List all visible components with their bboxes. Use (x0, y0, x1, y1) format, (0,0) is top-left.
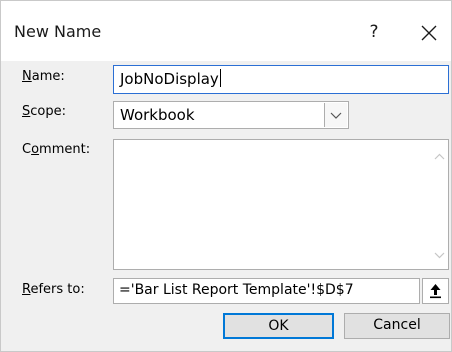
ok-button[interactable]: OK (223, 313, 334, 339)
title-bar: New Name ? (1, 1, 451, 61)
chevron-down-icon (330, 112, 342, 119)
name-label: Name: (22, 69, 65, 84)
scroll-up-icon (434, 153, 445, 160)
dialog-title: New Name (14, 22, 102, 41)
comment-label: Comment: (22, 142, 91, 157)
scroll-down-icon (434, 252, 445, 259)
scope-dropdown[interactable]: Workbook (113, 101, 349, 129)
close-icon (421, 25, 437, 41)
new-name-dialog: New Name ? Name: JobNoDisplay Scope: Wor… (0, 0, 452, 352)
refers-to-input[interactable]: ='Bar List Report Template'!$D$7 (113, 278, 420, 304)
text-caret (219, 69, 221, 87)
cancel-button[interactable]: Cancel (344, 313, 450, 339)
comment-scrollbar[interactable] (431, 140, 448, 269)
scope-label: Scope: (22, 104, 66, 119)
close-button[interactable] (419, 23, 439, 43)
scope-dropdown-button[interactable] (324, 103, 347, 127)
collapse-dialog-button[interactable] (422, 278, 449, 304)
help-button[interactable]: ? (363, 21, 385, 43)
refers-to-value: ='Bar List Report Template'!$D$7 (119, 282, 354, 298)
arrow-up-collapse-icon (430, 284, 441, 299)
comment-textarea[interactable] (113, 139, 449, 270)
refers-to-label: Refers to: (22, 282, 85, 297)
name-input[interactable]: JobNoDisplay (113, 65, 449, 94)
scope-selected-value: Workbook (120, 106, 195, 124)
name-input-value: JobNoDisplay (120, 70, 219, 88)
